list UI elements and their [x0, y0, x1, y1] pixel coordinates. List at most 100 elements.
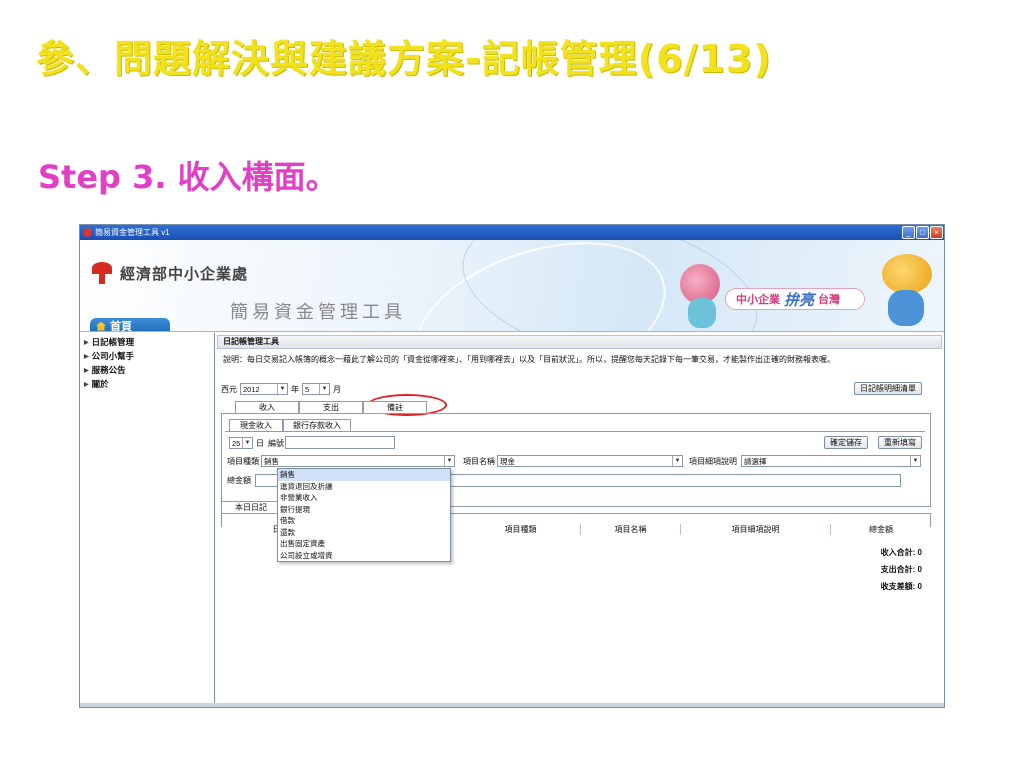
expand-triangle-icon: ▶	[84, 353, 89, 360]
panel-title: 日記帳管理工具	[217, 335, 942, 349]
dropdown-option[interactable]: 借款	[278, 515, 450, 527]
app-name: 簡易資金管理工具	[230, 302, 406, 323]
item-name-label: 項目名稱	[463, 457, 495, 466]
day-value: 25	[232, 438, 241, 448]
dropdown-option[interactable]: 非營業收入	[278, 492, 450, 504]
item-detail-row: 項目細項說明	[689, 456, 737, 467]
main-tabs: 收入 支出 備註	[235, 401, 427, 413]
save-button[interactable]: 確定儲存	[824, 436, 868, 449]
category-select[interactable]: 銷售 ▼	[261, 455, 455, 467]
dropdown-option[interactable]: 銀行提現	[278, 504, 450, 516]
app-icon	[83, 228, 92, 237]
tab-today-journal[interactable]: 本日日記	[221, 501, 281, 513]
col-item-detail[interactable]: 項目細項說明	[681, 524, 831, 535]
sidebar-item-about[interactable]: ▶ 關於	[80, 377, 214, 391]
sme-badge: 中小企業 拚亮 台灣	[725, 288, 865, 310]
step-title: Step 3. 收入構面。	[38, 158, 338, 196]
dropdown-arrow-icon[interactable]: ▼	[319, 384, 329, 394]
main-content: 日記帳管理工具 說明：每日交易記入帳簿的概念一藉此了解公司的「資金從哪裡來」、「…	[215, 333, 944, 707]
day-row: 25 ▼ 日 編號	[229, 437, 284, 449]
mascot-boy-illustration	[882, 254, 932, 294]
dropdown-arrow-icon[interactable]: ▼	[910, 456, 920, 466]
app-banner: 經濟部中小企業處 簡易資金管理工具 首頁 中小企業 拚亮 台灣	[80, 240, 944, 332]
tab-cash-income[interactable]: 現金收入	[229, 419, 283, 431]
home-label: 首頁	[110, 321, 132, 332]
expense-total: 支出合計: 0	[880, 565, 922, 574]
dropdown-option[interactable]: 還款	[278, 527, 450, 539]
era-label: 西元	[221, 384, 237, 394]
col-amount[interactable]: 總金額	[831, 524, 931, 535]
serial-label: 編號	[268, 438, 284, 448]
dropdown-option[interactable]: 出售固定資產	[278, 538, 450, 550]
close-button[interactable]: ×	[930, 226, 943, 239]
sidebar-item-label: 日記帳管理	[91, 337, 135, 347]
sidebar-item-journal[interactable]: ▶ 日記帳管理	[80, 335, 214, 349]
month-value: 5	[305, 384, 310, 394]
journal-detail-list-button[interactable]: 日記帳明細清單	[854, 382, 922, 395]
today-tabs: 本日日記	[221, 501, 281, 513]
tab-income[interactable]: 收入	[235, 401, 299, 413]
item-detail-select[interactable]: 請選擇 ▼	[741, 455, 921, 467]
dropdown-option[interactable]: 公司設立或增資	[278, 550, 450, 562]
item-name-value: 現金	[500, 456, 515, 466]
expand-triangle-icon: ▶	[84, 339, 89, 346]
dropdown-arrow-icon[interactable]: ▼	[444, 456, 454, 466]
org-logo: 經濟部中小企業處	[90, 262, 248, 284]
sidebar-item-helper[interactable]: ▶ 公司小幫手	[80, 349, 214, 363]
day-unit: 日	[256, 438, 264, 448]
home-button[interactable]: 首頁	[90, 318, 170, 332]
balance-total: 收支差額: 0	[880, 582, 922, 591]
badge-text: 中小企業	[736, 293, 780, 306]
app-body: ▶ 日記帳管理 ▶ 公司小幫手 ▶ 服務公告 ▶ 關於 日記帳管理工具 說明：每日交易記…	[80, 333, 944, 707]
window-controls: _ □ ×	[902, 226, 943, 239]
slide-title: 參、問題解決與建議方案-記帳管理(6/13)	[36, 37, 772, 81]
subtab-divider	[225, 431, 925, 432]
mascot-boy-body	[888, 290, 924, 326]
home-icon	[96, 321, 106, 331]
badge-highlight: 拚亮	[784, 290, 815, 309]
item-detail-label: 項目細項說明	[689, 457, 737, 466]
item-detail-value: 請選擇	[744, 456, 767, 466]
dropdown-arrow-icon[interactable]: ▼	[672, 456, 682, 466]
dropdown-option[interactable]: 銷售	[278, 469, 450, 481]
sidebar-item-label: 關於	[91, 379, 109, 389]
date-row: 西元 2012 ▼ 年 5 ▼ 月	[221, 383, 341, 395]
panel-description: 說明：每日交易記入帳簿的概念一藉此了解公司的「資金從哪裡來」、「用到哪裡去」以及…	[223, 355, 835, 364]
category-label: 項目種類	[227, 457, 259, 466]
dropdown-arrow-icon[interactable]: ▼	[277, 384, 287, 394]
serial-input[interactable]	[285, 436, 395, 449]
window-titlebar[interactable]: 簡易資金管理工具 v1 _ □ ×	[80, 225, 944, 240]
month-select[interactable]: 5 ▼	[302, 383, 330, 395]
mascot-girl-body	[688, 298, 716, 328]
month-unit: 月	[333, 384, 341, 394]
badge-tail: 台灣	[818, 293, 841, 306]
sidebar-item-label: 服務公告	[91, 365, 126, 375]
item-name-row: 項目名稱	[463, 456, 495, 467]
org-name: 經濟部中小企業處	[120, 264, 249, 283]
sidebar: ▶ 日記帳管理 ▶ 公司小幫手 ▶ 服務公告 ▶ 關於	[80, 333, 215, 707]
dropdown-option[interactable]: 進貨退回及折讓	[278, 481, 450, 493]
year-value: 2012	[243, 384, 260, 394]
window-title: 簡易資金管理工具 v1	[95, 228, 170, 237]
income-total: 收入合計: 0	[880, 548, 922, 557]
tab-notes[interactable]: 備註	[363, 401, 427, 413]
dropdown-arrow-icon[interactable]: ▼	[242, 438, 252, 448]
minimize-button[interactable]: _	[902, 226, 915, 239]
tab-expense[interactable]: 支出	[299, 401, 363, 413]
item-name-select[interactable]: 現金 ▼	[497, 455, 683, 467]
sidebar-item-label: 公司小幫手	[91, 351, 135, 361]
reset-button[interactable]: 重新填寫	[878, 436, 922, 449]
tab-bank-deposit-income[interactable]: 銀行存款收入	[283, 419, 351, 431]
window-bottom-edge	[80, 703, 944, 707]
expand-triangle-icon: ▶	[84, 381, 89, 388]
app-window: 簡易資金管理工具 v1 _ □ × 經濟部中小企業處 簡易資金管理工具 首頁 中…	[79, 224, 945, 708]
col-item-name[interactable]: 項目名稱	[581, 524, 681, 535]
sidebar-item-announcements[interactable]: ▶ 服務公告	[80, 363, 214, 377]
year-select[interactable]: 2012 ▼	[240, 383, 288, 395]
category-row: 項目種類	[227, 456, 259, 467]
day-select[interactable]: 25 ▼	[229, 437, 253, 449]
maximize-button[interactable]: □	[916, 226, 929, 239]
amount-row: 總金額	[227, 475, 251, 486]
org-logo-icon	[90, 262, 114, 284]
year-unit: 年	[291, 384, 299, 394]
